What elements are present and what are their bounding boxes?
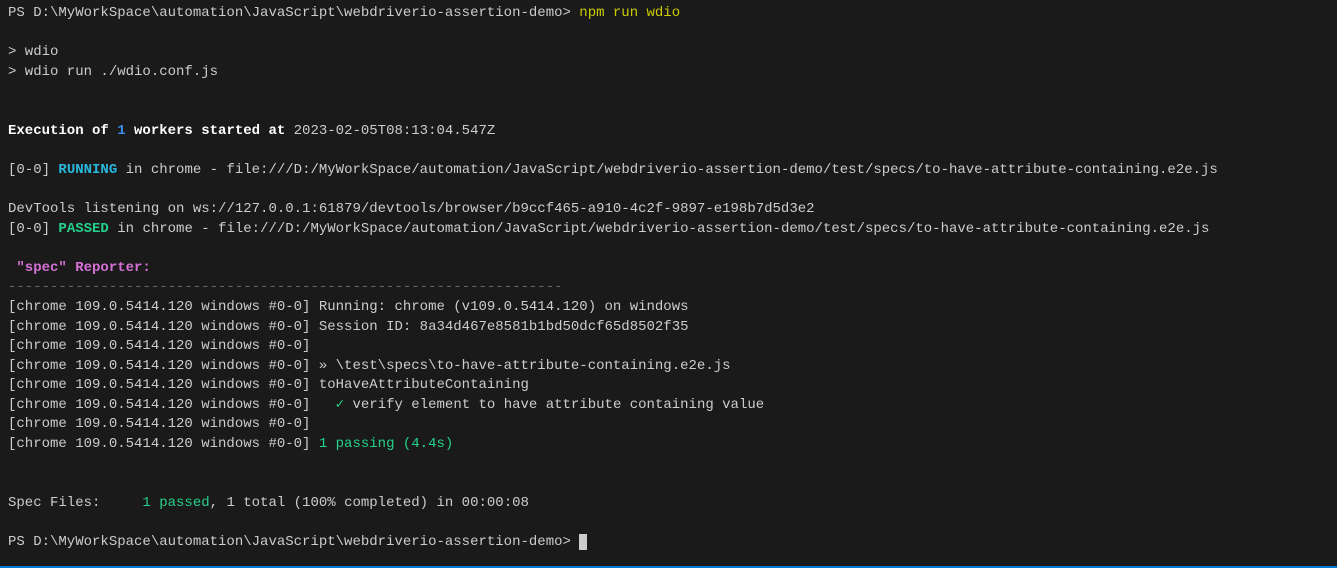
exec-mid: workers started at bbox=[126, 123, 294, 139]
execution-start-line: Execution of 1 workers started at 2023-0… bbox=[8, 122, 1329, 142]
spec-prefix: [chrome 109.0.5414.120 windows #0-0] bbox=[8, 397, 310, 413]
spec-text-4: » \test\specs\to-have-attribute-containi… bbox=[310, 358, 730, 374]
spec-line-blank2: [chrome 109.0.5414.120 windows #0-0] bbox=[8, 415, 1329, 435]
divider-dashes: ----------------------------------------… bbox=[8, 278, 1329, 298]
spec-line-session: [chrome 109.0.5414.120 windows #0-0] Ses… bbox=[8, 318, 1329, 338]
spec-prefix: [chrome 109.0.5414.120 windows #0-0] bbox=[8, 338, 310, 354]
passed-prefix: [0-0] bbox=[8, 221, 58, 237]
blank-line bbox=[8, 24, 1329, 44]
passed-rest: in chrome - file:///D:/MyWorkSpace/autom… bbox=[109, 221, 1210, 237]
spec-passing: 1 passing (4.4s) bbox=[310, 436, 453, 452]
prompt-path-2: PS D:\MyWorkSpace\automation\JavaScript\… bbox=[8, 534, 579, 550]
spec-prefix: [chrome 109.0.5414.120 windows #0-0] bbox=[8, 436, 310, 452]
spec-line-running: [chrome 109.0.5414.120 windows #0-0] Run… bbox=[8, 298, 1329, 318]
spec-line-blank: [chrome 109.0.5414.120 windows #0-0] bbox=[8, 337, 1329, 357]
spec-prefix: [chrome 109.0.5414.120 windows #0-0] bbox=[8, 358, 310, 374]
summary-label: Spec Files: bbox=[8, 495, 142, 511]
devtools-line: DevTools listening on ws://127.0.0.1:618… bbox=[8, 200, 1329, 220]
cursor-icon bbox=[579, 534, 587, 550]
prompt-line-2[interactable]: PS D:\MyWorkSpace\automation\JavaScript\… bbox=[8, 533, 1329, 553]
summary-rest: , 1 total (100% completed) in 00:00:08 bbox=[210, 495, 529, 511]
running-status: RUNNING bbox=[58, 162, 117, 178]
check-icon: ✓ bbox=[310, 397, 352, 413]
spec-prefix: [chrome 109.0.5414.120 windows #0-0] bbox=[8, 299, 310, 315]
exec-workers-count: 1 bbox=[117, 123, 125, 139]
spec-text-1: Running: chrome (v109.0.5414.120) on win… bbox=[310, 299, 688, 315]
spec-line-passing: [chrome 109.0.5414.120 windows #0-0] 1 p… bbox=[8, 435, 1329, 455]
spec-line-suite: [chrome 109.0.5414.120 windows #0-0] toH… bbox=[8, 376, 1329, 396]
spec-text-5: toHaveAttributeContaining bbox=[310, 377, 528, 393]
exec-timestamp: 2023-02-05T08:13:04.547Z bbox=[294, 123, 496, 139]
running-prefix: [0-0] bbox=[8, 162, 58, 178]
blank-line bbox=[8, 513, 1329, 533]
script-output-1: > wdio bbox=[8, 43, 1329, 63]
script-output-2: > wdio run ./wdio.conf.js bbox=[8, 63, 1329, 83]
passed-status: PASSED bbox=[58, 221, 108, 237]
blank-line bbox=[8, 82, 1329, 102]
summary-passed: 1 passed bbox=[142, 495, 209, 511]
blank-line bbox=[8, 239, 1329, 259]
blank-line bbox=[8, 180, 1329, 200]
exec-prefix: Execution of bbox=[8, 123, 117, 139]
reporter-header: "spec" Reporter: bbox=[8, 259, 1329, 279]
running-rest: in chrome - file:///D:/MyWorkSpace/autom… bbox=[117, 162, 1218, 178]
blank-line bbox=[8, 455, 1329, 475]
running-status-line: [0-0] RUNNING in chrome - file:///D:/MyW… bbox=[8, 161, 1329, 181]
prompt-path: PS D:\MyWorkSpace\automation\JavaScript\… bbox=[8, 5, 579, 21]
spec-prefix: [chrome 109.0.5414.120 windows #0-0] bbox=[8, 416, 310, 432]
blank-line bbox=[8, 102, 1329, 122]
spec-line-test: [chrome 109.0.5414.120 windows #0-0] ✓ v… bbox=[8, 396, 1329, 416]
passed-status-line: [0-0] PASSED in chrome - file:///D:/MyWo… bbox=[8, 220, 1329, 240]
spec-line-file: [chrome 109.0.5414.120 windows #0-0] » \… bbox=[8, 357, 1329, 377]
spec-prefix: [chrome 109.0.5414.120 windows #0-0] bbox=[8, 319, 310, 335]
spec-prefix: [chrome 109.0.5414.120 windows #0-0] bbox=[8, 377, 310, 393]
prompt-command: npm run wdio bbox=[579, 5, 680, 21]
spec-text-2: Session ID: 8a34d467e8581b1bd50dcf65d850… bbox=[310, 319, 688, 335]
summary-line: Spec Files: 1 passed, 1 total (100% comp… bbox=[8, 494, 1329, 514]
blank-line bbox=[8, 474, 1329, 494]
blank-line bbox=[8, 141, 1329, 161]
spec-check-text: verify element to have attribute contain… bbox=[353, 397, 765, 413]
prompt-line-1[interactable]: PS D:\MyWorkSpace\automation\JavaScript\… bbox=[8, 4, 1329, 24]
